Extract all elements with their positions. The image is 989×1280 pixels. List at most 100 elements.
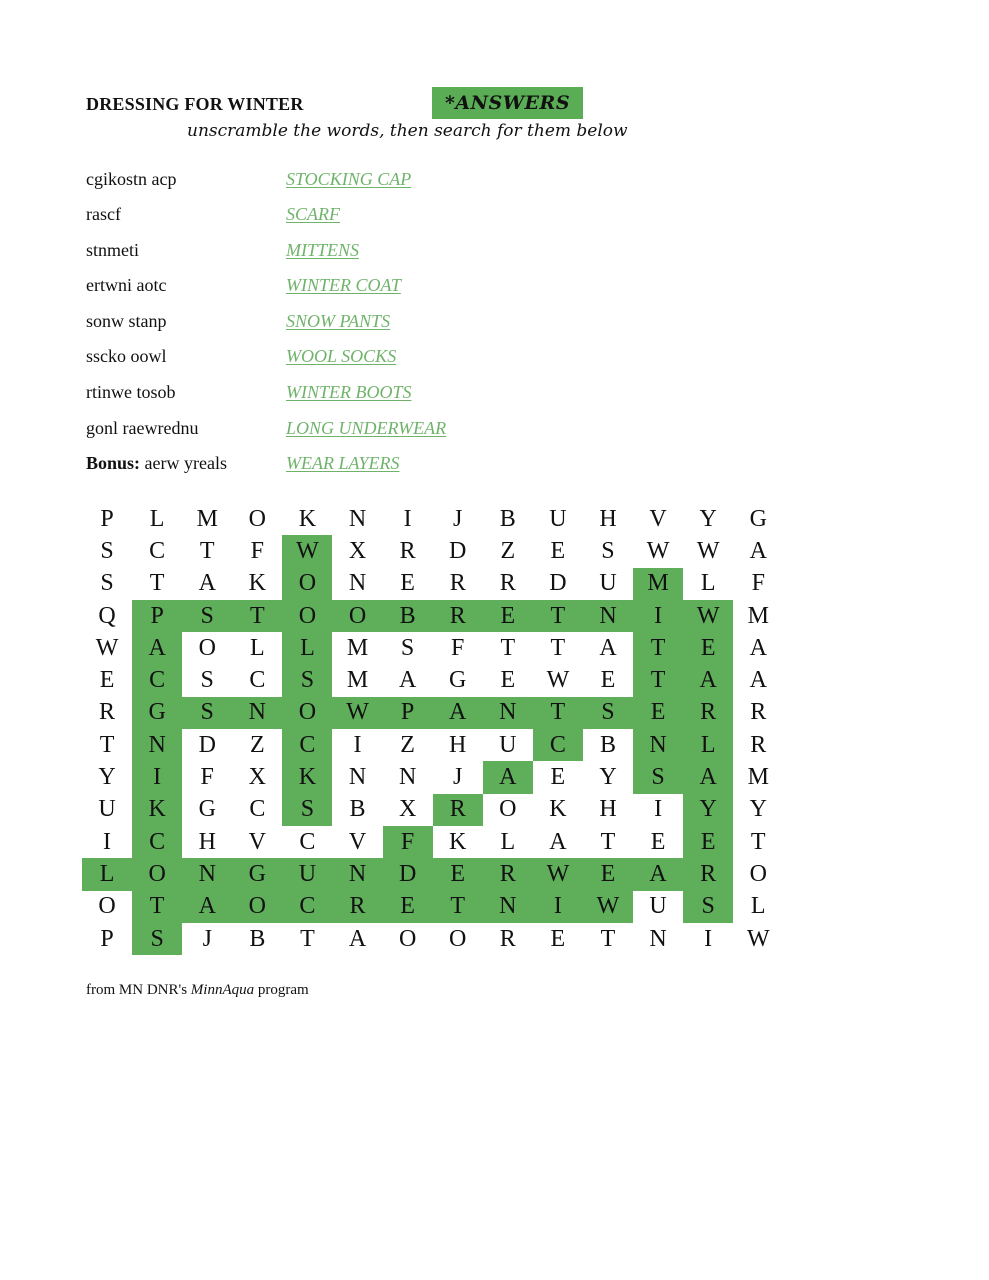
grid-cell: H [198,828,216,855]
grid-cell: W [696,537,720,564]
grid-cell: S [582,696,634,730]
bonus-label: Bonus: [86,452,141,473]
grid-cell: D [449,537,467,564]
grid-cell: O [232,890,283,923]
grid-cell: T [550,634,566,661]
credit-program: MinnAqua [190,982,255,998]
grid-cell: T [750,828,766,855]
grid-cell: D [549,570,567,597]
grid-cell: E [600,667,616,694]
grid-cell: W [282,535,333,568]
grid-cell: Z [400,731,415,758]
grid-cell: O [282,599,333,633]
scrambled-word: Bonus: aerw yreals [86,453,286,474]
scrambled-text: cgikostn acp [86,168,177,189]
clue-row: ertwni aotc WINTER COAT [86,270,401,300]
grid-cell: N [132,729,183,762]
grid-cell: M [346,634,369,661]
scrambled-text: stnmeti [86,239,139,260]
grid-cell: O [98,893,116,920]
grid-cell: T [600,828,616,855]
grid-cell: R [750,699,767,726]
grid-cell: R [332,890,383,923]
answer-word: SNOW PANTS [286,310,391,331]
grid-cell: A [348,925,367,952]
grid-cell: O [332,599,383,633]
grid-cell: V [649,505,667,532]
grid-cell: E [382,890,433,923]
grid-cell: T [199,537,215,564]
scrambled-word: rascf [86,204,286,225]
grid-cell: N [348,570,367,597]
grid-cell: J [453,764,463,791]
answer-word: WEAR LAYERS [286,452,400,473]
grid-cell: U [599,570,617,597]
grid-cell: G [198,796,216,823]
scrambled-word: cgikostn acp [86,169,286,190]
grid-cell: I [704,925,713,952]
credit-prefix: from MN DNR's [86,982,191,998]
grid-cell: N [649,925,667,952]
grid-cell: Y [98,764,116,791]
grid-cell: I [633,599,684,633]
grid-cell: U [499,731,517,758]
grid-cell: T [633,664,684,697]
scrambled-text: aerw yreals [144,452,227,473]
grid-cell: Q [98,602,116,629]
grid-cell: S [100,537,114,564]
clue-row: stnmeti MITTENS [86,235,359,265]
grid-cell: E [432,858,483,891]
grid-cell: C [532,729,583,762]
grid-cell: O [132,858,183,891]
grid-cell: Z [249,731,265,758]
grid-cell: M [633,567,684,600]
grid-cell: K [449,828,467,855]
grid-cell: R [432,793,483,826]
grid-cell: K [298,505,317,532]
grid-cell: F [751,570,765,597]
grid-cell: W [546,667,570,694]
grid-cell: F [382,825,433,859]
grid-cell: S [200,667,214,694]
scrambled-word: sscko oowl [86,346,286,367]
grid-cell: C [149,537,166,564]
grid-cell: U [282,858,333,891]
grid-cell: L [500,828,516,855]
grid-cell: A [749,537,767,564]
grid-cell: B [499,505,516,532]
grid-cell: U [98,796,116,823]
grid-cell: S [182,696,233,730]
grid-cell: H [449,731,467,758]
grid-cell: E [482,599,533,633]
grid-cell: M [196,505,218,532]
grid-cell: N [348,764,367,791]
grid-cell: C [249,796,266,823]
grid-cell: E [683,632,734,665]
word-search-grid: PLMOKNIJBUHVYGSCTFWXRDZESWWASTAKONERRDUM… [82,503,783,956]
clue-row: cgikostn acp STOCKING CAP [86,164,411,194]
grid-cell: H [599,505,617,532]
grid-cell: S [683,890,734,923]
grid-cell: A [432,696,483,730]
grid-cell: L [249,634,265,661]
grid-cell: C [249,667,266,694]
grid-cell: Y [749,796,767,823]
grid-cell: S [182,599,233,633]
grid-cell: E [500,667,516,694]
grid-cell: E [550,537,566,564]
grid-cell: T [132,890,183,923]
worksheet-title: DRESSING FOR WINTER [86,94,304,114]
grid-cell: N [482,696,533,730]
instructions-subtitle: unscramble the words, then search for th… [187,121,628,141]
grid-cell: S [633,761,684,794]
grid-cell: P [132,599,183,633]
answer-word: STOCKING CAP [286,168,412,189]
grid-cell: I [132,761,183,794]
grid-cell: O [749,860,767,887]
grid-cell: E [400,570,415,597]
grid-cell: X [398,796,417,823]
scrambled-text: sonw stanp [86,310,167,331]
grid-cell: B [349,796,366,823]
grid-cell: G [749,505,767,532]
grid-cell: K [132,793,183,826]
